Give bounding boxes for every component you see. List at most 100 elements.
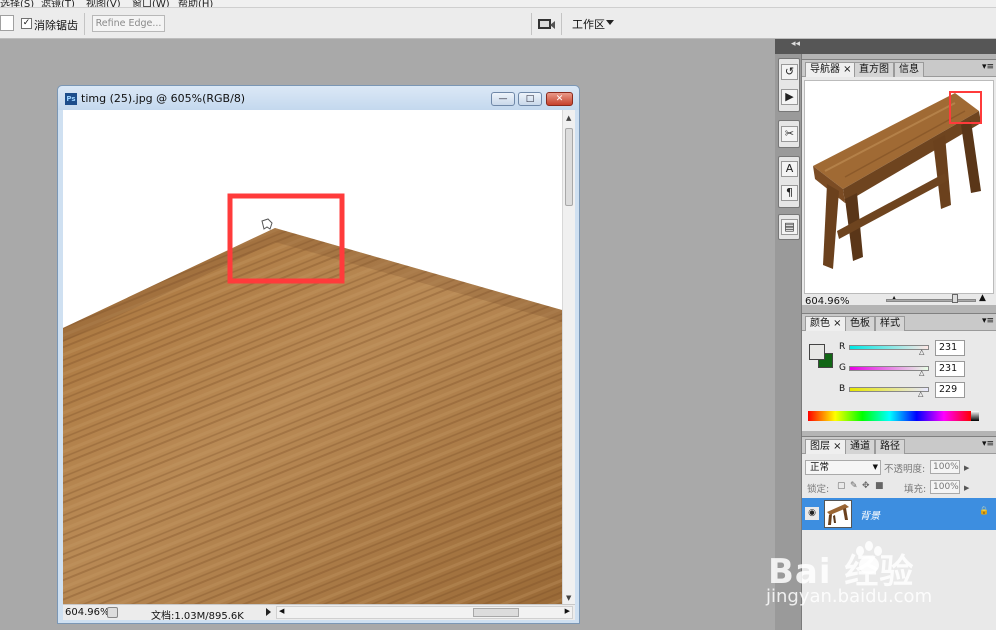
channel-g: G △ 231 — [839, 361, 994, 379]
menu-item-select[interactable]: 选择(S) — [0, 0, 34, 7]
layer-row-background[interactable]: ◉ 背景 🔒 — [802, 498, 996, 530]
minimize-button[interactable]: — — [491, 92, 515, 106]
paragraph-icon[interactable]: ¶ — [781, 185, 798, 201]
antialias-checkbox[interactable]: ✓ — [21, 18, 32, 29]
lock-all-icon[interactable]: ■ — [875, 481, 884, 491]
divider — [561, 13, 562, 35]
opacity-arrow-icon[interactable]: ▶ — [964, 464, 969, 472]
vertical-scroll-thumb[interactable] — [565, 128, 573, 206]
bridge-icon[interactable] — [537, 17, 556, 31]
lock-paint-icon[interactable]: ✎ — [850, 481, 858, 491]
color-panel: 颜色 × 色板 样式 ▾≡ R △ 231 G △ 231 B △ 229 — [802, 313, 996, 431]
g-slider[interactable] — [849, 366, 929, 371]
workspace-menu[interactable]: 工作区 — [572, 16, 605, 32]
r-value-input[interactable]: 231 — [935, 340, 965, 356]
zoom-in-icon[interactable]: ▲ — [979, 293, 986, 303]
fill-input[interactable]: 100% — [930, 480, 960, 494]
history-icon[interactable]: ↺ — [781, 64, 798, 80]
scroll-left-icon[interactable]: ◀ — [279, 607, 284, 615]
blend-mode-select[interactable]: 正常 ▼ — [805, 460, 881, 475]
channel-label: B — [839, 384, 846, 394]
image-canvas[interactable] — [63, 110, 562, 604]
options-bar: ✓ 消除锯齿 Refine Edge... 工作区 — [0, 8, 996, 39]
chevron-down-icon[interactable] — [606, 20, 614, 25]
chevron-down-icon[interactable]: ▼ — [873, 461, 878, 474]
panel-menu-icon[interactable]: ▾≡ — [982, 62, 994, 72]
divider — [531, 13, 532, 35]
b-slider[interactable] — [849, 387, 929, 392]
menu-item-view[interactable]: 视图(V) — [86, 0, 121, 7]
tab-styles[interactable]: 样式 — [875, 316, 905, 331]
lock-transparent-icon[interactable]: ▢ — [837, 481, 846, 491]
zoom-icon[interactable] — [107, 607, 118, 618]
navigator-preview[interactable] — [804, 80, 994, 294]
scroll-down-icon[interactable]: ▼ — [566, 594, 571, 602]
menu-item-window[interactable]: 窗口(W) — [132, 0, 170, 7]
color-spectrum-ramp[interactable] — [808, 411, 979, 421]
lock-move-icon[interactable]: ✥ — [862, 481, 870, 491]
blend-mode-value: 正常 — [810, 462, 830, 473]
b-value-input[interactable]: 229 — [935, 382, 965, 398]
zoom-level[interactable]: 604.96% — [65, 607, 110, 618]
channel-r: R △ 231 — [839, 340, 994, 358]
scroll-up-icon[interactable]: ▲ — [566, 114, 571, 122]
horizontal-scrollbar[interactable]: ◀ ▶ — [276, 606, 573, 619]
channel-label: R — [839, 342, 846, 352]
watermark-site: jingyan.baidu.com — [766, 586, 933, 607]
fill-label: 填充: — [904, 484, 927, 495]
status-menu-arrow-icon[interactable] — [266, 608, 271, 616]
navigator-view-box[interactable] — [949, 91, 982, 124]
horizontal-scroll-thumb[interactable] — [473, 608, 519, 617]
menu-bar: 选择(S) 滤镜(T) 视图(V) 窗口(W) 帮助(H) — [0, 0, 996, 8]
bw-ramp[interactable] — [971, 411, 979, 421]
fill-arrow-icon[interactable]: ▶ — [964, 484, 969, 492]
layers-tabs: 图层 × 通道 路径 ▾≡ — [802, 437, 996, 454]
panel-menu-icon[interactable]: ▾≡ — [982, 316, 994, 326]
lock-label: 锁定: — [807, 484, 830, 495]
tool-presets-icon[interactable]: ✂ — [781, 126, 798, 142]
tab-paths[interactable]: 路径 — [875, 439, 905, 454]
eye-icon[interactable]: ◉ — [805, 507, 819, 520]
opacity-input[interactable]: 100% — [930, 460, 960, 474]
close-button[interactable]: ✕ — [546, 92, 573, 106]
watermark: Bai 经验 jingyan.baidu.com — [760, 530, 996, 630]
tab-layers[interactable]: 图层 × — [805, 439, 847, 454]
actions-icon[interactable]: ▶ — [781, 89, 798, 105]
vertical-scrollbar[interactable]: ▲ ▼ — [562, 110, 575, 604]
slider-caret-icon[interactable]: △ — [919, 348, 924, 356]
layer-comps-icon[interactable]: ▤ — [781, 219, 798, 235]
navigator-tabs: 导航器 × 直方图 信息 ▾≡ — [802, 60, 996, 77]
feather-input[interactable] — [0, 15, 14, 31]
layer-name[interactable]: 背景 — [860, 507, 880, 522]
panel-menu-icon[interactable]: ▾≡ — [982, 439, 994, 449]
r-slider[interactable] — [849, 345, 929, 350]
slider-caret-icon[interactable]: △ — [919, 369, 924, 377]
foreground-color-swatch[interactable] — [809, 344, 825, 360]
slider-caret-icon[interactable]: △ — [918, 390, 923, 398]
tab-swatches[interactable]: 色板 — [845, 316, 875, 331]
doc-size: 文档:1.03M/895.6K — [151, 611, 244, 622]
tab-info[interactable]: 信息 — [894, 62, 924, 77]
document-titlebar[interactable]: Ps timg (25).jpg @ 605%(RGB/8) — □ ✕ — [58, 86, 579, 110]
navigator-zoom[interactable]: 604.96% — [805, 296, 850, 307]
tab-navigator[interactable]: 导航器 × — [805, 62, 857, 77]
g-value-input[interactable]: 231 — [935, 361, 965, 377]
refine-edge-button[interactable]: Refine Edge... — [92, 15, 165, 32]
maximize-button[interactable]: □ — [518, 92, 542, 106]
menu-item-help[interactable]: 帮助(H) — [178, 0, 213, 7]
navigator-zoom-slider[interactable] — [886, 299, 976, 302]
navigator-zoom-knob[interactable] — [952, 294, 958, 303]
collapse-dock-icon[interactable]: ◂◂ — [791, 39, 800, 49]
character-icon[interactable]: A — [781, 161, 798, 177]
baidu-paw-icon — [856, 541, 882, 574]
tab-channels[interactable]: 通道 — [845, 439, 875, 454]
zoomed-wood-image — [63, 110, 562, 604]
tab-histogram[interactable]: 直方图 — [854, 62, 894, 77]
color-tabs: 颜色 × 色板 样式 ▾≡ — [802, 314, 996, 331]
tab-color[interactable]: 颜色 × — [805, 316, 847, 331]
menu-item-filter[interactable]: 滤镜(T) — [41, 0, 75, 7]
document-statusbar: 604.96% 文档:1.03M/895.6K ◀ ▶ — [63, 604, 575, 622]
scroll-right-icon[interactable]: ▶ — [565, 607, 570, 615]
document-window: Ps timg (25).jpg @ 605%(RGB/8) — □ ✕ ▲ ▼… — [57, 85, 580, 624]
navigator-panel: 导航器 × 直方图 信息 ▾≡ 604.96% ▲ ▲ — [802, 59, 996, 307]
